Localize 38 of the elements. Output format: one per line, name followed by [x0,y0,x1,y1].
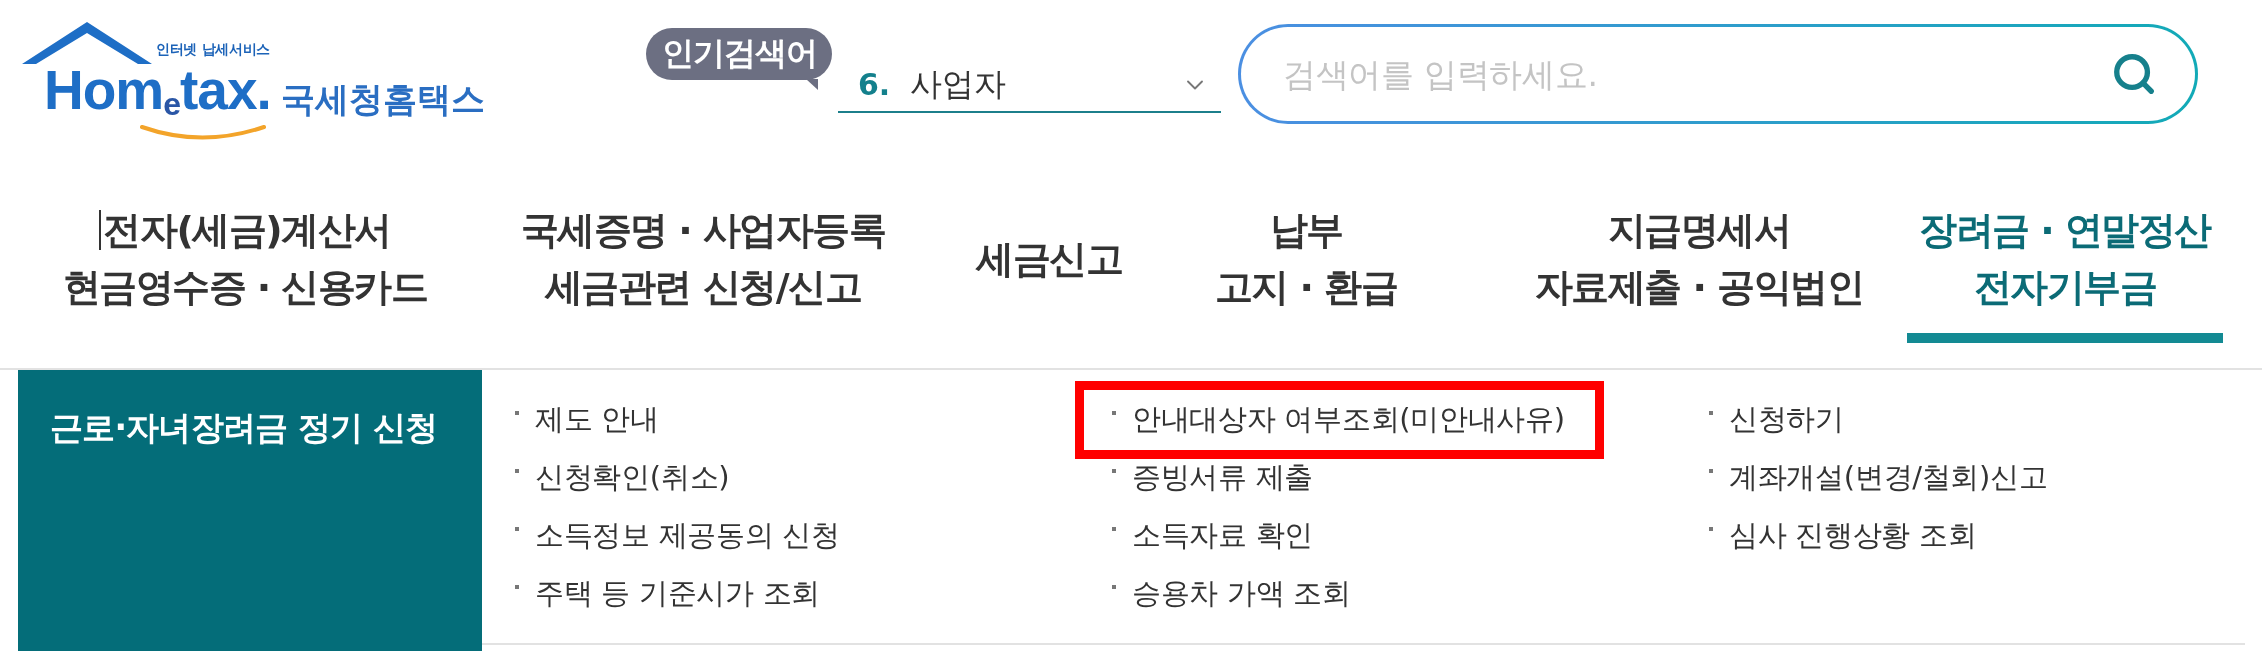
house-roof-icon [22,22,152,66]
swoosh-icon [140,124,266,142]
bullet-icon [1112,411,1116,415]
popular-search-badge: 인기검색어 [646,28,832,90]
submenu-link[interactable]: 심사 진행상황 조회 [1709,507,1977,565]
submenu-link[interactable]: 제도 안내 [515,391,659,449]
logo-name: 국세청홈택스 [280,82,485,116]
nav-menu-item[interactable]: 세금신고 [964,202,1134,343]
search-input[interactable]: 검색어를 입력하세요. [1283,52,2111,96]
submenu-link[interactable]: 신청하기 [1709,391,1844,449]
nav-menu-item[interactable]: 장려금 · 연말정산 전자기부금 [1907,202,2223,343]
nav-menu-item[interactable]: 납부 고지 · 환급 [1202,202,1410,343]
bullet-icon [1112,469,1116,473]
category-title: 근로·자녀장려금 정기 신청 [50,409,438,447]
nav-menu-item[interactable]: 국세증명 · 사업자등록 세금관련 신청/신고 [508,202,898,343]
submenu-link[interactable]: 계좌개설(변경/철회)신고 [1709,449,2048,507]
submenu-link[interactable]: 주택 등 기준시가 조회 [515,565,821,623]
logo-wordmark: Hom$_{e}$tax. [44,63,271,118]
bullet-icon [1112,585,1116,589]
search-icon[interactable] [2111,51,2157,97]
submenu-link[interactable]: 소득자료 확인 [1112,507,1314,565]
submenu-link[interactable]: 신청확인(취소) [515,449,730,507]
nav-menu-item[interactable]: 전자(세금)계산서 현금영수증 · 신용카드 [50,202,440,343]
logo-tagline: 인터넷 납세서비스 [156,42,271,56]
bullet-icon [1709,527,1713,531]
bullet-icon [1112,527,1116,531]
bullet-icon [515,469,519,473]
bullet-icon [515,527,519,531]
submenu-link[interactable]: 승용차 가액 조회 [1112,565,1351,623]
submenu-link[interactable]: 안내대상자 여부조회(미안내사유) [1112,391,1565,449]
nav-menu-item[interactable]: 지급명세서 자료제출 · 공익법인 [1522,202,1876,343]
submenu-link[interactable]: 증빙서류 제출 [1112,449,1314,507]
bullet-icon [515,585,519,589]
submenu-link[interactable]: 소득정보 제공동의 신청 [515,507,840,565]
bullet-icon [1709,469,1713,473]
popular-keyword-dropdown[interactable]: 6. 사업자 [838,58,1221,113]
bullet-icon [1709,411,1713,415]
bullet-icon [515,411,519,415]
